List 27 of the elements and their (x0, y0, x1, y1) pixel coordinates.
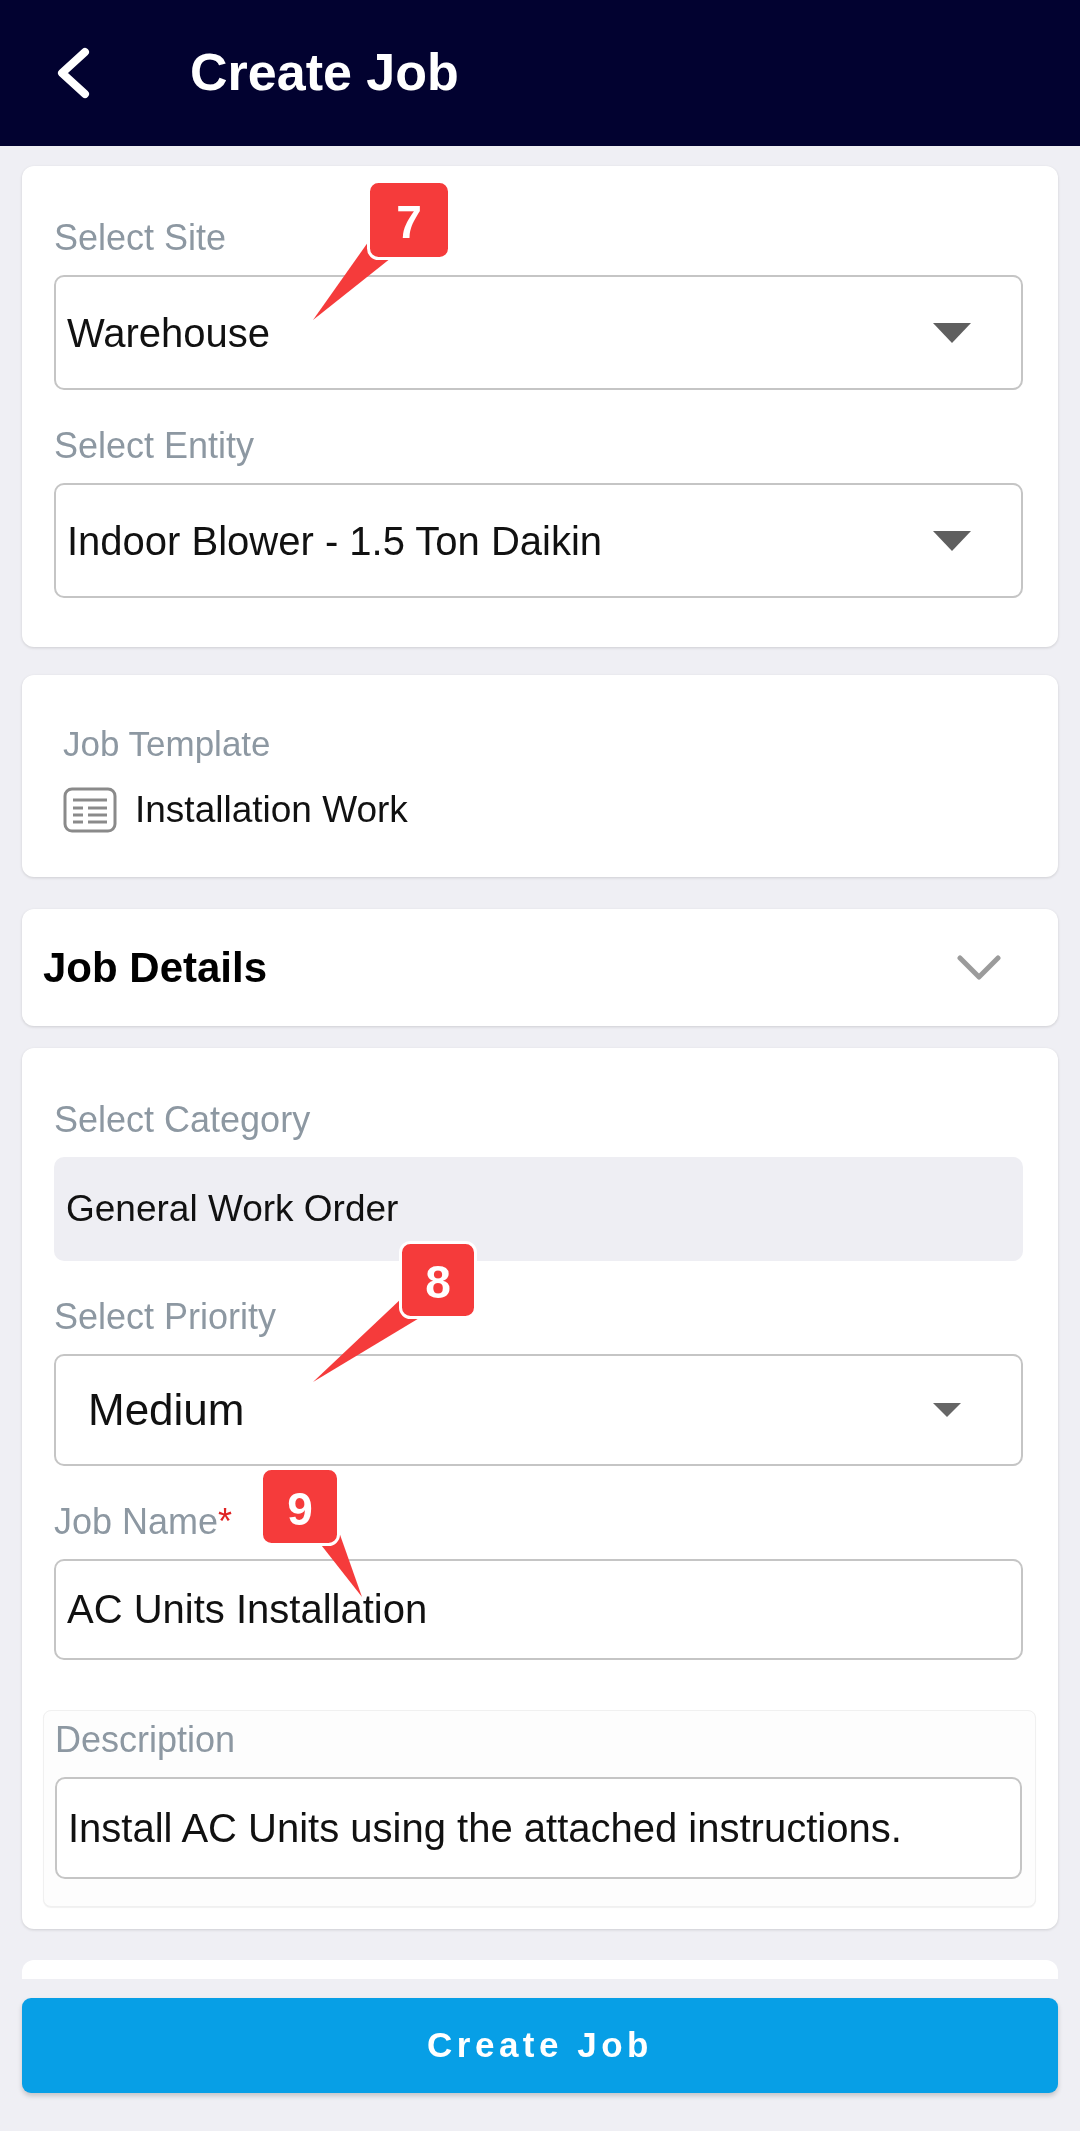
document-list-icon (63, 787, 117, 833)
dropdown-field[interactable]: Indoor Blower - 1.5 Ton Daikin (54, 483, 1023, 598)
field-label: Select Site (54, 217, 227, 259)
description-input[interactable]: Install AC Units using the attached instructions. (55, 1777, 1022, 1879)
callout-badge: 8 (313, 1241, 477, 1382)
field-label: Select Priority (54, 1296, 277, 1338)
section-title: Job Details (43, 943, 268, 993)
template-name: Installation Work (135, 788, 408, 832)
dropdown-field[interactable]: Warehouse (54, 275, 1023, 390)
dropdown-field[interactable]: Medium (54, 1354, 1023, 1466)
back-button[interactable] (55, 47, 91, 99)
chevron-left-icon (55, 47, 91, 99)
field-label: Job Name (54, 1501, 219, 1543)
field-label: Select Category (54, 1099, 311, 1141)
field-label: Description (55, 1719, 236, 1761)
caret-down-icon (933, 1403, 961, 1417)
page-title: Create Job (190, 43, 459, 103)
section-header[interactable]: Job Details (22, 909, 1058, 1026)
caret-down-icon (933, 530, 971, 551)
caret-down-icon (933, 322, 971, 343)
text-input[interactable]: AC Units Installation (54, 1559, 1023, 1660)
field-label: Select Entity (54, 425, 255, 467)
readonly-field: General Work Order (54, 1157, 1023, 1261)
callout-badge: 7 (313, 180, 451, 320)
required-mark: * (218, 1501, 233, 1543)
chevron-down-icon (957, 954, 1001, 981)
field-label: Job Template (63, 723, 272, 765)
